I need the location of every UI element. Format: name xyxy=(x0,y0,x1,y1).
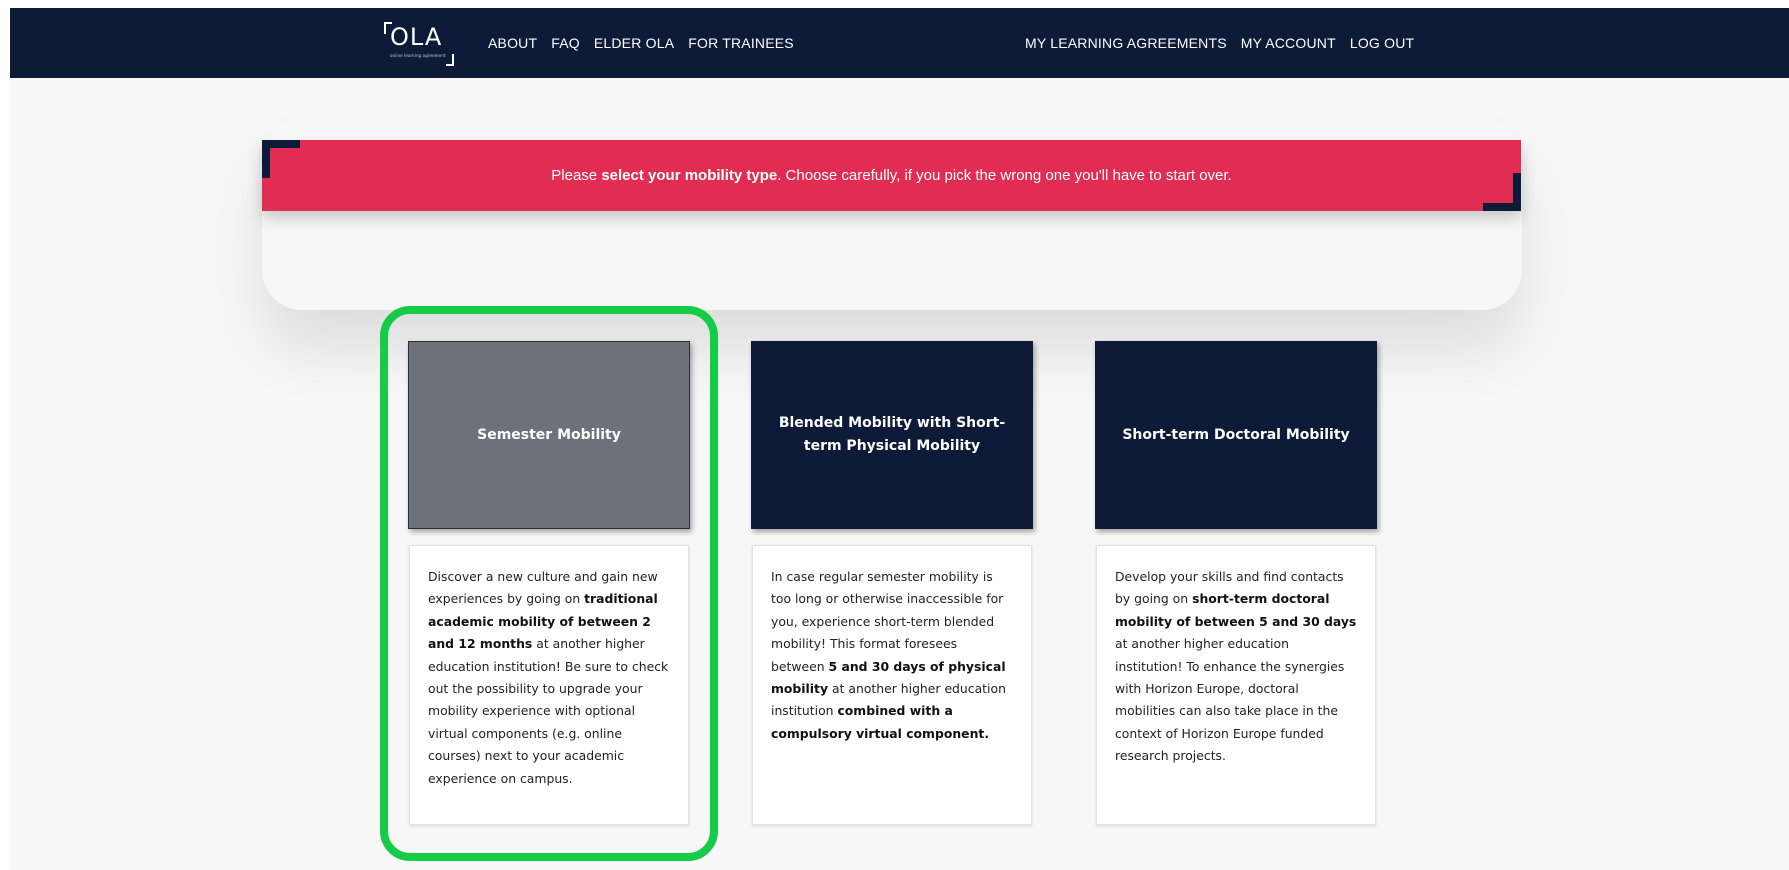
card-title: Blended Mobility with Short-term Physica… xyxy=(778,415,1006,454)
banner-emphasis: select your mobility type xyxy=(601,167,778,184)
nav-link-elder-ola[interactable]: ELDER OLA xyxy=(594,35,674,51)
ola-logo[interactable]: OLA online learning agreement xyxy=(384,22,454,66)
logo-text: OLA xyxy=(390,23,443,51)
nav-link-log-out[interactable]: LOG OUT xyxy=(1350,35,1414,51)
card-doctoral-mobility[interactable]: Short-term Doctoral Mobility xyxy=(1095,341,1377,529)
nav-right-menu: MY LEARNING AGREEMENTS MY ACCOUNT LOG OU… xyxy=(1025,8,1428,78)
card-description-text: Discover a new culture and gain new expe… xyxy=(428,566,670,790)
card-title: Short-term Doctoral Mobility xyxy=(1122,426,1350,443)
card-description-text: In case regular semester mobility is too… xyxy=(771,566,1013,745)
desc-text: at another higher education institution!… xyxy=(428,636,669,786)
desc-text: at another higher education institution!… xyxy=(1115,636,1345,764)
nav-link-for-trainees[interactable]: FOR TRAINEES xyxy=(688,35,794,51)
logo-corner-bottom-right xyxy=(446,54,454,66)
card-description: In case regular semester mobility is too… xyxy=(752,545,1032,825)
card-description: Discover a new culture and gain new expe… xyxy=(409,545,689,825)
nav-link-faq[interactable]: FAQ xyxy=(551,35,580,51)
card-description-text: Develop your skills and find contacts by… xyxy=(1115,566,1357,768)
nav-link-about[interactable]: ABOUT xyxy=(488,35,537,51)
nav-link-my-learning-agreements[interactable]: MY LEARNING AGREEMENTS xyxy=(1025,35,1227,51)
logo-tagline: online learning agreement xyxy=(390,53,446,58)
banner-message: Please select your mobility type. Choose… xyxy=(551,167,1231,184)
nav-link-my-account[interactable]: MY ACCOUNT xyxy=(1241,35,1336,51)
card-semester-mobility[interactable]: Semester Mobility xyxy=(408,341,690,529)
top-navbar: OLA online learning agreement ABOUT FAQ … xyxy=(10,8,1789,78)
banner-prefix: Please xyxy=(551,167,602,184)
banner-corner-bottom-right xyxy=(1483,173,1521,211)
banner-suffix: . Choose carefully, if you pick the wron… xyxy=(777,167,1232,184)
card-description: Develop your skills and find contacts by… xyxy=(1096,545,1376,825)
nav-left-menu: ABOUT FAQ ELDER OLA FOR TRAINEES xyxy=(488,8,808,78)
card-blended-mobility[interactable]: Blended Mobility with Short-term Physica… xyxy=(751,341,1033,529)
instruction-banner: Please select your mobility type. Choose… xyxy=(262,140,1521,211)
page-background: OLA online learning agreement ABOUT FAQ … xyxy=(10,8,1789,870)
banner-corner-top-left xyxy=(262,140,300,178)
card-title: Semester Mobility xyxy=(477,426,621,443)
